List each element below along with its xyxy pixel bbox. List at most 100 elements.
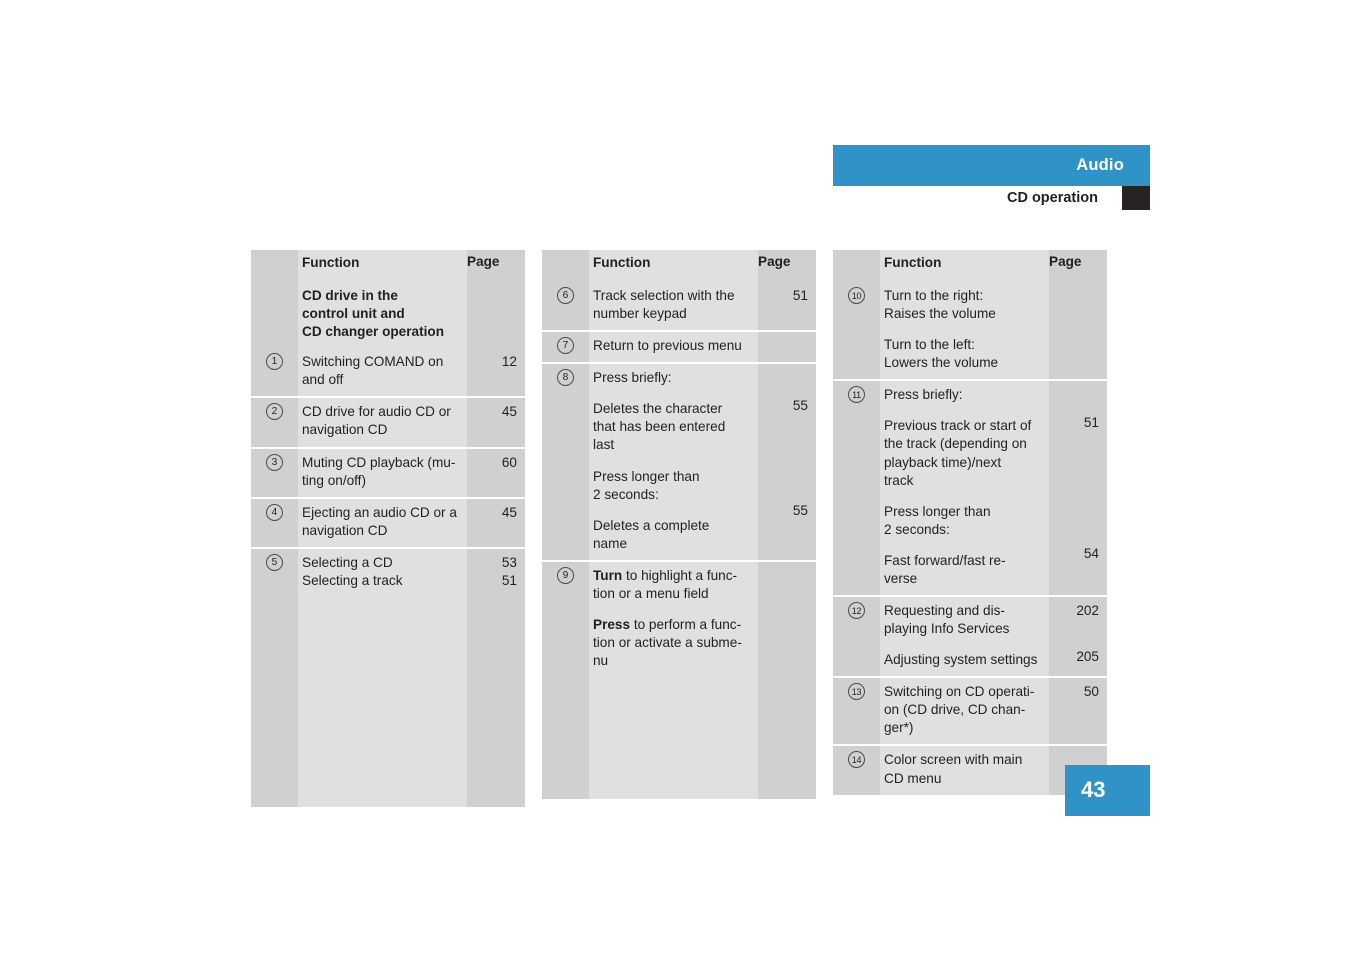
table-row: 4 Ejecting an audio CD or a navigation CD 4…: [251, 496, 525, 548]
cell-page: [467, 282, 525, 349]
function-line: CD drive for audio CD or: [302, 404, 451, 420]
cell-callout: 8: [542, 362, 589, 561]
table-row: 12 Requesting and dis-playing Info Servic…: [833, 595, 1107, 678]
function-line: 2 seconds:: [593, 486, 659, 502]
page-number: 43: [1081, 777, 1106, 802]
page-ref: 50: [1083, 684, 1099, 700]
cell-function: Requesting and dis-playing Info Services…: [880, 595, 1049, 678]
page-ref: 51: [501, 572, 517, 588]
page-header: Audio CD operation: [833, 145, 1150, 214]
cell-page: 45: [467, 496, 525, 548]
table-row: 7 Return to previous menu: [542, 330, 816, 364]
function-line: Fast forward/fast re-: [884, 552, 1006, 568]
table-header-row: Function Page: [542, 250, 816, 282]
page-ref: 53: [501, 554, 517, 570]
legend-table-column-1: Function Page CD drive in the control unit …: [251, 250, 525, 808]
function-line: Press longer than: [884, 503, 991, 519]
header-cell-page: Page: [758, 250, 816, 282]
function-line: 2 seconds:: [884, 521, 950, 537]
cell-function: Turn to the right: Raises the volume Turn …: [880, 282, 1049, 381]
function-line: ting on/off): [302, 472, 366, 488]
cell-page: 60: [467, 446, 525, 498]
table-filler-row: [251, 597, 525, 808]
function-line: Press briefly:: [884, 387, 963, 403]
cell-page: 51: [758, 282, 816, 332]
cell-callout: 4: [251, 496, 298, 548]
cell-callout: 13: [833, 676, 880, 746]
header-bar: Audio: [833, 145, 1150, 186]
cell-page: 12: [467, 348, 525, 398]
function-line: Turn to the left:: [884, 337, 975, 353]
legend-table: Function Page CD drive in the control unit …: [251, 250, 525, 808]
function-line: Selecting a CD: [302, 554, 393, 570]
function-line: the track (depending on: [884, 436, 1027, 452]
page-ref: 12: [501, 354, 517, 370]
callout-number-5: 5: [266, 553, 283, 571]
cell-function: Selecting a CD Selecting a track: [298, 546, 467, 598]
function-line: Color screen with main: [884, 752, 1023, 768]
page-ref: 45: [501, 404, 517, 420]
page-ref: 60: [501, 454, 517, 470]
function-line: navigation CD: [302, 522, 388, 538]
table-row: 11 Press briefly: Previous track or start …: [833, 379, 1107, 597]
callout-number-11: 11: [848, 386, 865, 404]
cell-page: 53 51: [467, 546, 525, 598]
cell-function: Return to previous menu: [589, 330, 758, 364]
cell-callout: 10: [833, 282, 880, 381]
cell-function: Switching COMAND on and off: [298, 348, 467, 398]
function-line: ger*): [884, 720, 914, 736]
table-row: CD drive in the control unit and CD change…: [251, 282, 525, 349]
callout-number-4: 4: [266, 503, 283, 521]
callout-number-8: 8: [557, 369, 574, 387]
function-line: that has been entered: [593, 419, 726, 435]
function-line: number keypad: [593, 306, 687, 322]
cell-function: Track selection with the number keypad: [589, 282, 758, 332]
legend-table: Function Page 6 Track selection with the num…: [542, 250, 816, 800]
function-line: control unit and: [302, 306, 405, 322]
page-ref: 54: [1083, 546, 1099, 562]
cell-function: Turn to highlight a func-tion or a menu …: [589, 559, 758, 678]
function-line: Raises the volume: [884, 306, 996, 322]
cell-function: Muting CD playback (mu-ting on/off): [298, 446, 467, 498]
cell-page: [758, 330, 816, 364]
cell-callout: 3: [251, 446, 298, 498]
function-line: Deletes the character: [593, 401, 723, 417]
cell-callout: 11: [833, 379, 880, 597]
legend-table-column-2: Function Page 6 Track selection with the num…: [542, 250, 816, 800]
header-cell-function: Function: [880, 250, 1049, 282]
cell-function: Switching on CD operati-on (CD drive, CD…: [880, 676, 1049, 746]
subheader-row: CD operation: [833, 186, 1150, 214]
cell-callout: 14: [833, 744, 880, 795]
cell-page: 45: [467, 396, 525, 448]
function-line: Deletes a complete: [593, 517, 710, 533]
callout-number-9: 9: [557, 566, 574, 584]
page-ref: 202: [1076, 603, 1099, 619]
function-line: tion or activate a subme-: [593, 635, 742, 651]
cell-page: 55 55: [758, 362, 816, 561]
page-ref: 45: [501, 504, 517, 520]
cell-function: Press briefly: Previous track or start of…: [880, 379, 1049, 597]
table-header-row: Function Page: [833, 250, 1107, 282]
header-cell-function: Function: [589, 250, 758, 282]
table-row: 2 CD drive for audio CD or navigation CD 45: [251, 396, 525, 448]
cell-function: Press briefly: Deletes the character that …: [589, 362, 758, 561]
header-cell-number: [833, 250, 880, 282]
cell-callout: 12: [833, 595, 880, 678]
callout-number-14: 14: [848, 751, 865, 769]
cell-function: Color screen with main CD menu: [880, 744, 1049, 795]
cell-callout: 7: [542, 330, 589, 364]
function-line: name: [593, 535, 628, 551]
callout-number-10: 10: [848, 287, 865, 304]
function-line: Track selection with the: [593, 288, 735, 303]
thumb-index-marker: [1122, 186, 1150, 210]
page-ref: 51: [1083, 415, 1099, 431]
page-ref: 51: [792, 288, 808, 303]
table-row: 8 Press briefly: Deletes the character that…: [542, 362, 816, 561]
cell-page: [758, 559, 816, 678]
function-line: Lowers the volume: [884, 355, 999, 371]
cell-callout: 6: [542, 282, 589, 332]
table-row: 6 Track selection with the number keypad 51: [542, 282, 816, 332]
function-line: Muting CD playback (mu-: [302, 454, 456, 470]
cell-page: 202 205: [1049, 595, 1107, 678]
function-line: CD menu: [884, 770, 942, 786]
